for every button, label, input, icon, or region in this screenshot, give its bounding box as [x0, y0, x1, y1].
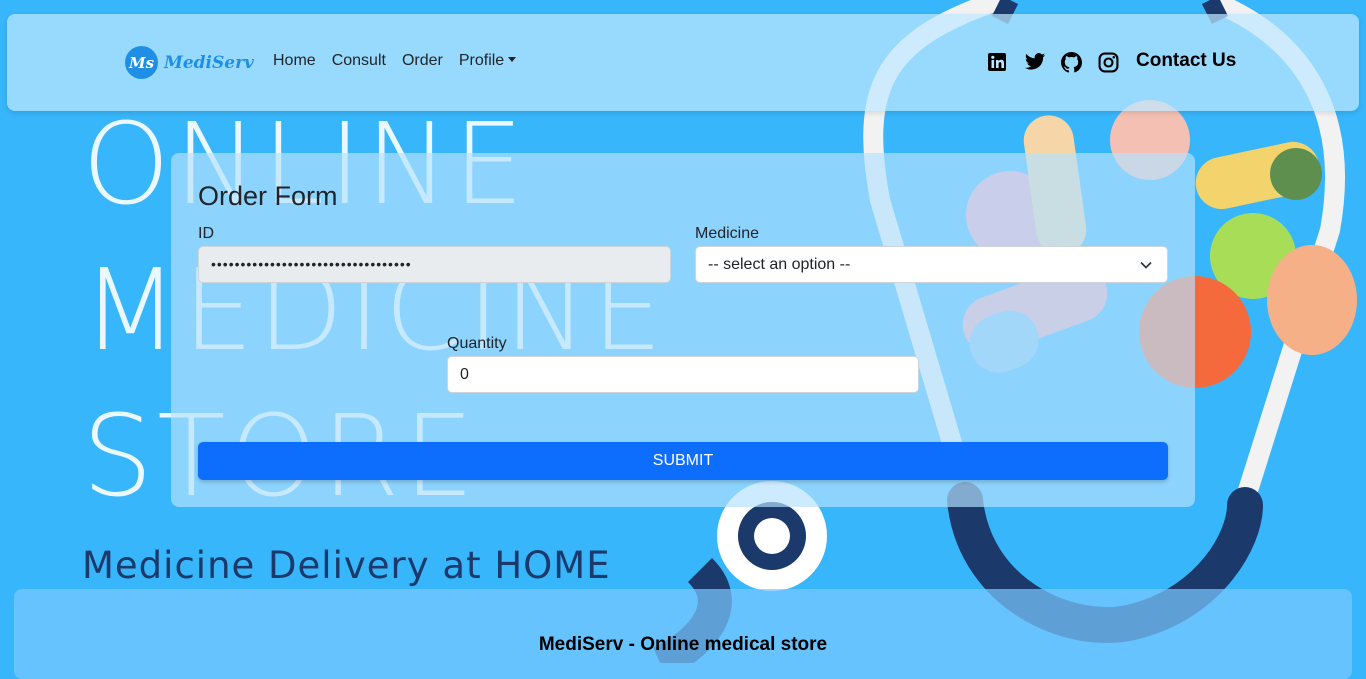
order-form-card: Order Form ID ••••••••••••••••••••••••••… [171, 153, 1195, 507]
contact-us-link[interactable]: Contact Us [1136, 50, 1236, 72]
nav-home[interactable]: Home [273, 52, 316, 70]
medicine-label: Medicine [695, 225, 760, 242]
nav-order[interactable]: Order [402, 52, 443, 70]
nav-consult[interactable]: Consult [332, 52, 386, 70]
quantity-input[interactable]: 0 [447, 356, 919, 393]
social-links [987, 52, 1120, 74]
id-field: •••••••••••••••••••••••••••••••••• [198, 246, 671, 283]
github-icon[interactable] [1061, 52, 1083, 74]
submit-button[interactable]: SUBMIT [198, 442, 1168, 480]
twitter-icon[interactable] [1024, 52, 1046, 74]
form-title: Order Form [198, 181, 338, 211]
id-label: ID [198, 225, 214, 242]
instagram-icon[interactable] [1098, 52, 1120, 74]
footer: MediServ - Online medical store [14, 589, 1352, 679]
caret-down-icon [508, 57, 517, 62]
brand-logo-link[interactable]: Ms MediServ [125, 46, 254, 79]
medicine-select[interactable]: -- select an option -- [695, 246, 1168, 283]
tagline: Medicine Delivery at HOME [82, 544, 611, 587]
linkedin-icon[interactable] [987, 52, 1009, 74]
navbar: Ms MediServ Home Consult Order Profile C… [7, 14, 1359, 111]
nav-profile-dropdown[interactable]: Profile [458, 52, 517, 70]
nav-links: Home Consult Order Profile [273, 52, 517, 70]
medicine-selected-value: -- select an option -- [708, 256, 851, 273]
chevron-down-icon [1140, 261, 1152, 269]
footer-text: MediServ - Online medical store [538, 634, 828, 655]
nav-profile-label: Profile [458, 52, 505, 69]
brand-badge: Ms [125, 46, 158, 79]
brand-name: MediServ [164, 52, 254, 73]
quantity-label: Quantity [447, 335, 507, 352]
